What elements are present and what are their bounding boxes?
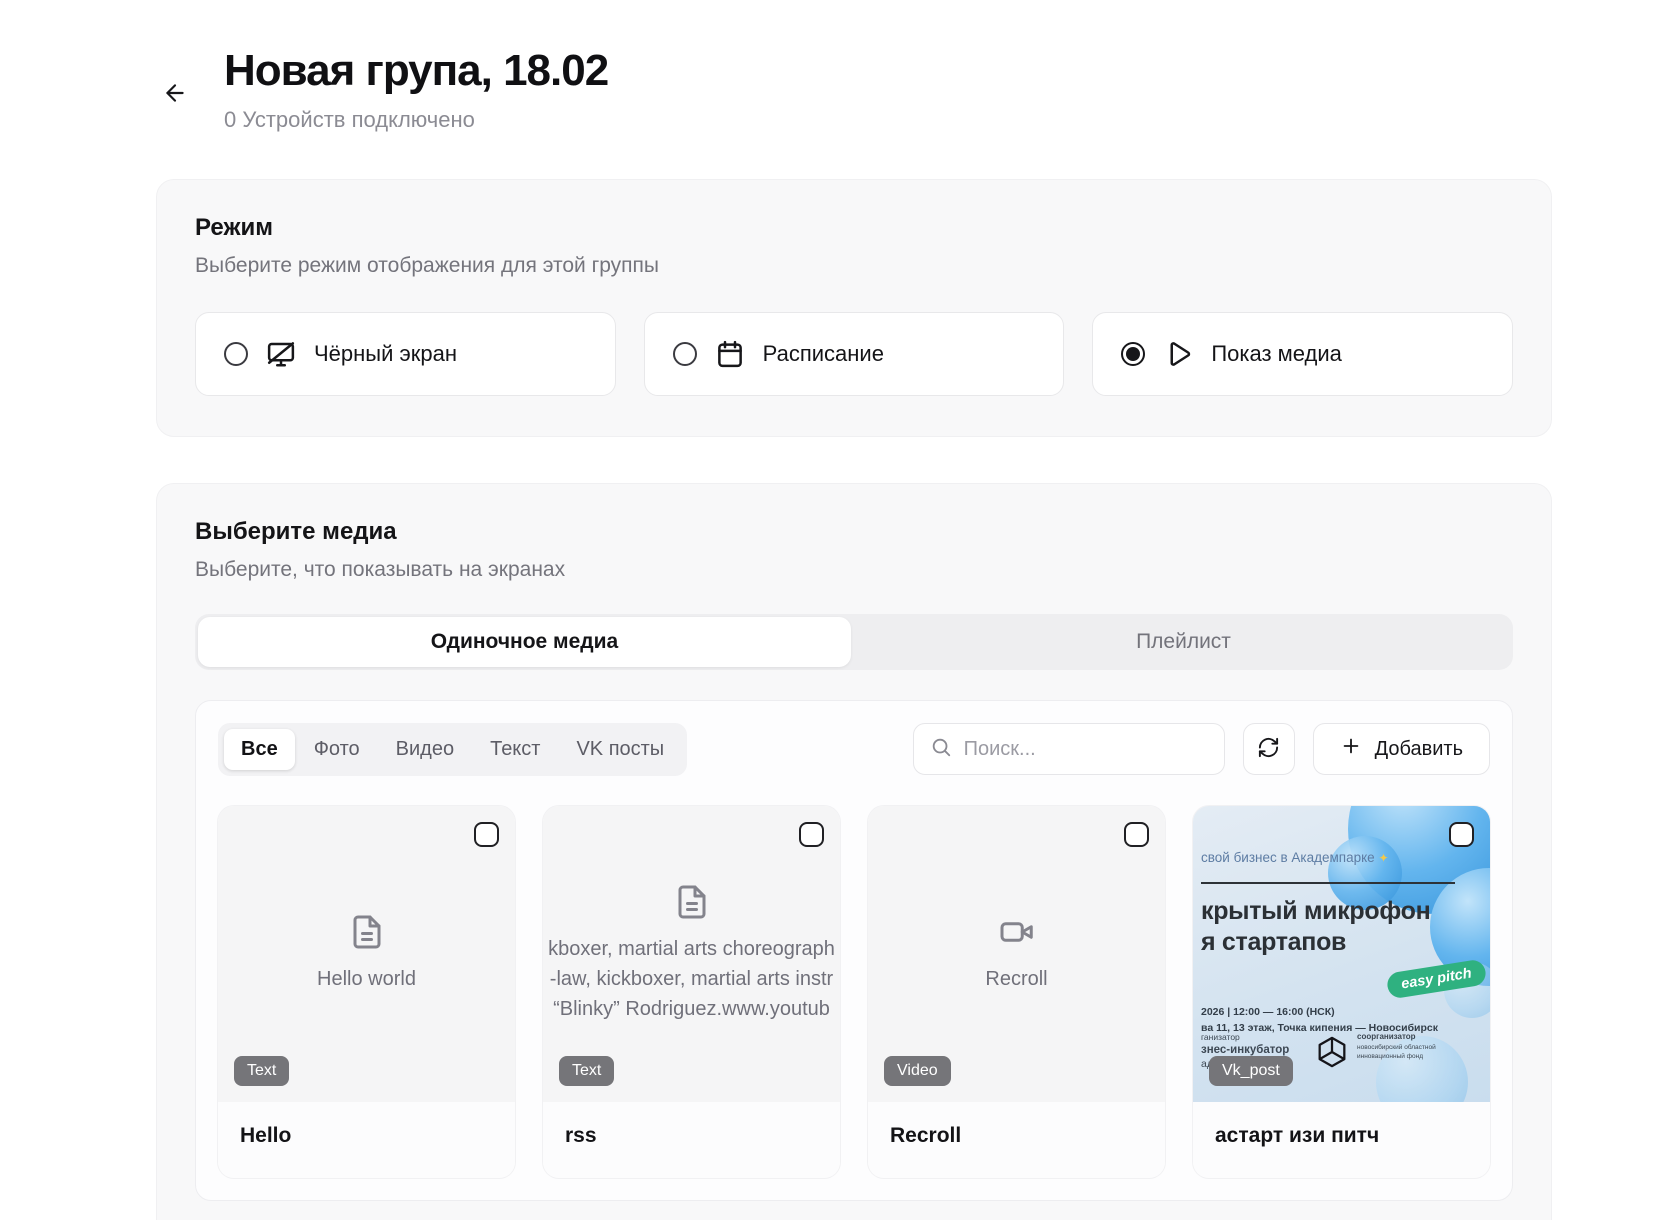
media-toolbar: ВсеФотоВидеоТекстVK посты	[218, 723, 1490, 776]
filter-chip-vk[interactable]: VK посты	[559, 729, 681, 770]
filter-chip-all[interactable]: Все	[224, 729, 295, 770]
refresh-button[interactable]	[1243, 723, 1295, 775]
media-panel: ВсеФотоВидеоТекстVK посты	[195, 700, 1513, 1201]
media-caption-line: Recroll	[985, 964, 1047, 994]
search-box[interactable]	[913, 723, 1225, 775]
media-card-title: астарт изи питч	[1193, 1102, 1490, 1178]
header-text: Новая група, 18.02 0 Устройств подключен…	[224, 46, 608, 133]
media-section-subtitle: Выберите, что показывать на экранах	[195, 558, 1513, 582]
media-card-2[interactable]: kboxer, martial arts choreograph-law, ki…	[543, 806, 840, 1178]
media-thumbnail[interactable]: Hello world Text	[218, 806, 515, 1102]
radio-show-media-checked[interactable]	[1121, 342, 1145, 366]
vk-coorganizer-text: соорганизаторновосибирский областнойинно…	[1357, 1031, 1436, 1061]
vk-coorganizer-title: соорганизатор	[1357, 1031, 1436, 1043]
mode-option-black-screen[interactable]: Чёрный экран	[195, 312, 616, 396]
tab-playlist[interactable]: Плейлист	[857, 617, 1510, 667]
video-icon	[999, 914, 1035, 964]
back-button[interactable]	[156, 74, 194, 112]
sparkle-icon: ✦	[1378, 851, 1388, 865]
media-type-badge: Video	[884, 1056, 951, 1086]
media-grid: Hello world Text Hello kboxer, martial arts…	[218, 806, 1490, 1178]
media-card-4[interactable]: свой бизнес в Академпарке ✦ крытый микроф…	[1193, 806, 1490, 1178]
vk-heading-line: я стартапов	[1201, 927, 1430, 958]
vk-top-line: свой бизнес в Академпарке ✦	[1201, 850, 1389, 865]
media-checkbox[interactable]	[1124, 822, 1149, 847]
media-thumbnail[interactable]: Recroll Video	[868, 806, 1165, 1102]
media-thumbnail[interactable]: kboxer, martial arts choreograph-law, ki…	[543, 806, 840, 1102]
vk-detail-line: 2026 | 12:00 — 16:00 (НСК)	[1201, 1004, 1438, 1020]
file-text-icon	[349, 914, 385, 964]
add-button-label: Добавить	[1375, 738, 1463, 761]
play-icon	[1163, 339, 1193, 369]
vk-organizer-line: ганизатор	[1201, 1032, 1289, 1043]
media-checkbox[interactable]	[474, 822, 499, 847]
media-tabs: Одиночное медиаПлейлист	[195, 614, 1513, 670]
mode-option-label: Расписание	[763, 341, 884, 367]
media-card-1[interactable]: Hello world Text Hello	[218, 806, 515, 1178]
media-type-badge: Vk_post	[1209, 1056, 1293, 1086]
media-checkbox[interactable]	[799, 822, 824, 847]
tab-single[interactable]: Одиночное медиа	[198, 617, 851, 667]
media-card-title: Recroll	[868, 1102, 1165, 1178]
mode-section: Режим Выберите режим отображения для это…	[156, 179, 1552, 437]
mode-option-show-media[interactable]: Показ медиа	[1092, 312, 1513, 396]
file-text-icon	[674, 884, 710, 934]
search-input[interactable]	[964, 738, 1208, 761]
media-type-badge: Text	[559, 1056, 614, 1086]
vk-heading-line: крытый микрофон	[1201, 896, 1430, 927]
vk-coorganizer-line: инновационный фонд	[1357, 1052, 1436, 1061]
page-title: Новая група, 18.02	[224, 46, 608, 97]
media-section: Выберите медиа Выберите, что показывать …	[156, 483, 1552, 1220]
media-thumbnail[interactable]: свой бизнес в Академпарке ✦ крытый микроф…	[1193, 806, 1490, 1102]
media-checkbox[interactable]	[1449, 822, 1474, 847]
mode-option-label: Показ медиа	[1211, 341, 1342, 367]
page: Новая група, 18.02 0 Устройств подключен…	[0, 0, 1680, 1220]
add-button[interactable]: Добавить	[1313, 723, 1490, 775]
refresh-icon	[1257, 736, 1280, 762]
mode-option-label: Чёрный экран	[314, 341, 457, 367]
filter-chips: ВсеФотоВидеоТекстVK посты	[218, 723, 687, 776]
vk-coorganizer-line: новосибирский областной	[1357, 1043, 1436, 1052]
calendar-icon	[715, 339, 745, 369]
mode-options: Чёрный экран Расписание Показ медиа	[195, 312, 1513, 396]
media-type-badge: Text	[234, 1056, 289, 1086]
vk-heading: крытый микрофоня стартапов	[1201, 896, 1430, 958]
arrow-left-icon	[162, 80, 188, 106]
search-icon	[930, 736, 952, 763]
mode-section-subtitle: Выберите режим отображения для этой груп…	[195, 254, 1513, 278]
plus-icon	[1340, 735, 1362, 763]
media-card-title: Hello	[218, 1102, 515, 1178]
media-caption-line: -law, kickboxer, martial arts instr	[550, 964, 833, 994]
media-caption-line: “Blinky” Rodriguez.www.youtub	[553, 994, 830, 1024]
media-card-3[interactable]: Recroll Video Recroll	[868, 806, 1165, 1178]
hexagon-logo-icon	[1315, 1035, 1349, 1074]
media-card-title: rss	[543, 1102, 840, 1178]
media-section-title: Выберите медиа	[195, 518, 1513, 546]
filter-chip-video[interactable]: Видео	[379, 729, 471, 770]
radio-black-screen[interactable]	[224, 342, 248, 366]
page-header: Новая група, 18.02 0 Устройств подключен…	[156, 46, 1552, 133]
radio-schedule[interactable]	[673, 342, 697, 366]
media-caption-line: kboxer, martial arts choreograph	[548, 934, 835, 964]
vk-divider	[1201, 882, 1455, 885]
filter-chip-text[interactable]: Текст	[473, 729, 557, 770]
devices-connected-status: 0 Устройств подключено	[224, 107, 608, 133]
mode-section-title: Режим	[195, 214, 1513, 242]
mode-option-schedule[interactable]: Расписание	[644, 312, 1065, 396]
media-caption-line: Hello world	[317, 964, 416, 994]
filter-chip-photo[interactable]: Фото	[297, 729, 377, 770]
monitor-off-icon	[266, 339, 296, 369]
